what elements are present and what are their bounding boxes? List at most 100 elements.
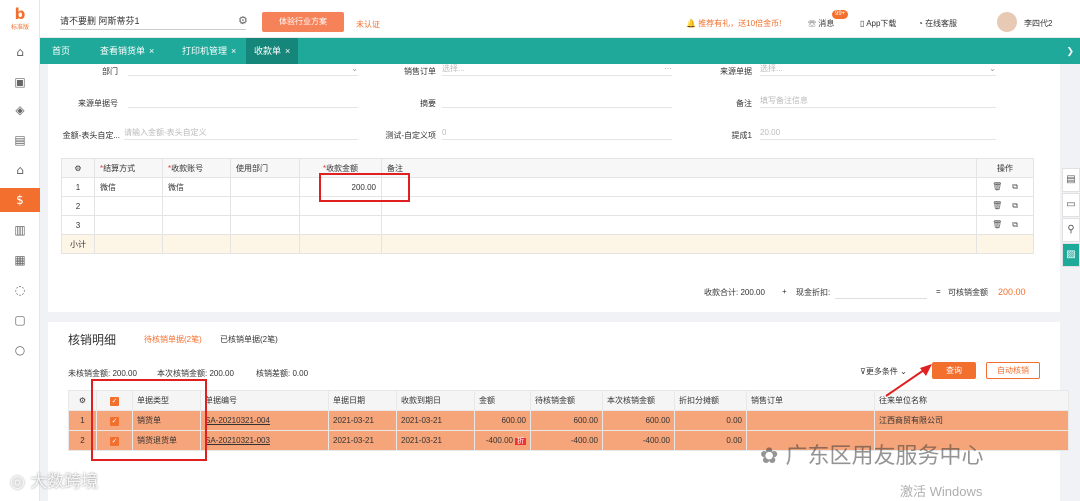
row-number: 1: [61, 177, 95, 197]
col-current: 本次核销金额: [602, 390, 675, 411]
tab-scroll-icon[interactable]: ❯: [1066, 38, 1074, 64]
expand-icon[interactable]: ▨: [1062, 243, 1080, 267]
cell-note[interactable]: [381, 215, 977, 235]
sidebar: b 标准版 ⌂ ▣ ◈ ▤ ⌂ $ ▥ ▦ ◌ ▢ ○: [0, 0, 40, 501]
online-service-button[interactable]: ◔ 在线客服: [918, 18, 957, 29]
message-badge: 99+: [832, 10, 849, 19]
delete-icon[interactable]: 🗑: [992, 182, 1002, 191]
cell-current[interactable]: 600.00: [602, 410, 675, 431]
top-bar: 请不要删 阿斯蒂芬1 ⌄ ⚙ 体验行业方案 未认证 🔔 推荐有礼，送10倍金币!…: [40, 0, 1080, 38]
table-row[interactable]: 2 🗑 ⧉: [61, 196, 1034, 216]
notes-icon[interactable]: ▤: [1062, 168, 1080, 192]
col-amount: 金额: [474, 390, 531, 411]
company-select[interactable]: 请不要删 阿斯蒂芬1 ⌄: [60, 12, 246, 30]
tab-home[interactable]: 首页: [52, 38, 70, 64]
tab-view-sales[interactable]: 查看销货单 ×: [100, 38, 154, 64]
table-row[interactable]: 3 🗑 ⧉: [61, 215, 1034, 235]
cell-account[interactable]: 微信: [162, 177, 231, 197]
cell-amount: 600.00: [474, 410, 531, 431]
gift-icon[interactable]: ▣: [0, 70, 40, 94]
sales-order-field[interactable]: 选择... ···: [442, 62, 672, 76]
cash-discount-input[interactable]: [835, 283, 927, 299]
commission-field[interactable]: 20.00: [760, 126, 996, 140]
auto-verify-button[interactable]: 自动核销: [986, 362, 1040, 379]
remark-field[interactable]: 填写备注信息: [760, 94, 996, 108]
source-no-field[interactable]: [128, 94, 358, 108]
table-row[interactable]: 1 ✓ 销货单 SA-20210321-004 2021-03-21 2021-…: [68, 410, 1069, 431]
cell-note[interactable]: [381, 196, 977, 216]
cell-account[interactable]: [162, 215, 231, 235]
uncertified-link[interactable]: 未认证: [356, 19, 380, 30]
messages-button[interactable]: ☏ 消息: [808, 18, 834, 29]
cell-account[interactable]: [162, 196, 231, 216]
source-type-label: 来源单据: [720, 67, 752, 76]
cell-doc-date: 2021-03-21: [328, 410, 397, 431]
cell-doc-no-link[interactable]: SA-20210321-004: [200, 410, 329, 431]
app-download-button[interactable]: ▯ App下载: [860, 18, 896, 29]
report-icon[interactable]: ▥: [0, 218, 40, 242]
chevron-down-icon: ⌄: [989, 64, 996, 73]
bag-icon[interactable]: ▤: [0, 128, 40, 152]
test-custom-field[interactable]: 0: [442, 126, 672, 140]
tab-printer[interactable]: 打印机管理 ×: [182, 38, 236, 64]
cell-note[interactable]: [381, 177, 977, 197]
amount-custom-placeholder: 请输入金额-表头自定义: [124, 128, 207, 137]
cell-amount[interactable]: [299, 215, 382, 235]
close-icon[interactable]: ×: [231, 46, 236, 56]
cell-method[interactable]: [94, 215, 163, 235]
grid-settings-icon[interactable]: ⚙: [61, 158, 95, 178]
cell-discount[interactable]: 0.00: [674, 410, 747, 431]
print-icon[interactable]: ▭: [1062, 193, 1080, 217]
tab-label: 打印机管理: [182, 46, 228, 56]
plus-sign: +: [782, 287, 787, 296]
tab-label: 查看销货单: [100, 46, 146, 56]
cell-discount[interactable]: 0.00: [674, 430, 747, 451]
ledger-icon[interactable]: ▦: [0, 248, 40, 272]
tab-pending[interactable]: 待核销单据(2笔): [144, 334, 202, 345]
cell-current[interactable]: -400.00: [602, 430, 675, 451]
close-icon[interactable]: ×: [285, 46, 290, 56]
activate-windows-watermark: 激活 Windows: [900, 484, 983, 499]
document-icon[interactable]: ▢: [0, 308, 40, 332]
cycle-icon[interactable]: ◌: [0, 278, 40, 302]
online-service-label: 在线客服: [925, 19, 958, 28]
cell-dept[interactable]: [230, 177, 300, 197]
tab-done[interactable]: 已核销单据(2笔): [220, 334, 278, 345]
summary-field[interactable]: [442, 94, 672, 108]
delete-icon[interactable]: 🗑: [992, 201, 1002, 210]
gear-icon[interactable]: ⚙: [238, 14, 248, 27]
col-method: *结算方式: [94, 158, 163, 178]
promo-link[interactable]: 🔔 推荐有礼，送10倍金币!: [686, 18, 781, 29]
cell-method[interactable]: 微信: [94, 177, 163, 197]
copy-icon[interactable]: ⧉: [1012, 182, 1018, 191]
cell-dept[interactable]: [230, 196, 300, 216]
logo-text: 标准版: [10, 25, 29, 31]
avatar[interactable]: [997, 12, 1017, 32]
cell-method[interactable]: [94, 196, 163, 216]
copy-icon[interactable]: ⧉: [1012, 220, 1018, 229]
industry-solution-button[interactable]: 体验行业方案: [262, 12, 344, 32]
tab-receipt[interactable]: 收款单 ×: [246, 38, 299, 64]
money-bag-icon[interactable]: $: [0, 188, 40, 212]
dept-field[interactable]: ⌄: [128, 62, 358, 76]
cell-dept[interactable]: [230, 215, 300, 235]
cell-doc-no-link[interactable]: SA-20210321-003: [200, 430, 329, 451]
app-logo[interactable]: b 标准版: [5, 6, 35, 36]
amount-custom-field[interactable]: 请输入金额-表头自定义: [124, 126, 358, 140]
unverified-amount: 未核销金额: 200.00: [68, 369, 137, 378]
chat-icon[interactable]: ○: [0, 338, 40, 362]
close-icon[interactable]: ×: [149, 46, 154, 56]
user-name[interactable]: 李四代2: [1024, 18, 1052, 29]
copy-icon[interactable]: ⧉: [1012, 201, 1018, 210]
table-row[interactable]: 1 微信 微信 200.00 🗑 ⧉: [61, 177, 1034, 197]
sales-order-label: 销售订单: [404, 67, 436, 76]
box-icon[interactable]: ◈: [0, 98, 40, 122]
discount-tag: 折: [515, 437, 526, 445]
home-icon[interactable]: ⌂: [0, 40, 40, 64]
source-type-select[interactable]: 选择... ⌄: [760, 62, 996, 76]
row-number: 3: [61, 215, 95, 235]
link-icon[interactable]: ⚲: [1062, 218, 1080, 242]
warehouse-icon[interactable]: ⌂: [0, 158, 40, 182]
cash-discount-label: 现金折扣:: [796, 288, 831, 297]
delete-icon[interactable]: 🗑: [992, 220, 1002, 229]
